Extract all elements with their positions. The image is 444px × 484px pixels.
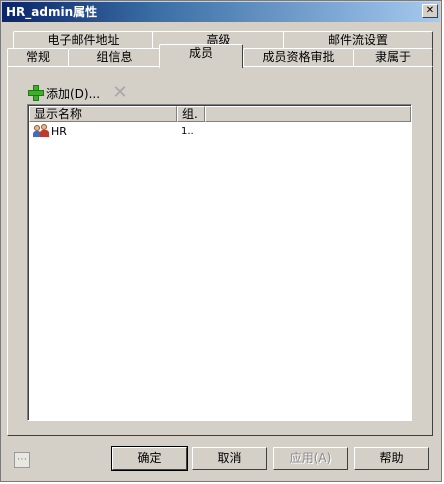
close-button[interactable]: ✕	[422, 4, 438, 18]
members-panel: 添加(D)... ✕ 显示名称 组. HR 1..	[7, 66, 433, 436]
help-button[interactable]: 帮助	[354, 447, 429, 470]
members-list-inner: 显示名称 组. HR 1..	[28, 105, 411, 420]
dialog-button-bar: ⋯ 确定 取消 应用(A) 帮助	[1, 438, 441, 482]
group-icon	[33, 124, 49, 138]
list-header: 显示名称 组.	[29, 106, 411, 122]
add-button[interactable]: 添加(D)...	[28, 84, 100, 102]
tab-label: 组信息	[96, 50, 133, 64]
add-button-label: 添加(D)...	[46, 86, 101, 101]
add-icon	[28, 85, 44, 101]
window-title: HR_admin属性	[6, 5, 98, 19]
tab-label: 常规	[25, 50, 50, 64]
list-item-name: HR	[51, 124, 67, 138]
apply-button[interactable]: 应用(A)	[273, 447, 348, 470]
tab-label: 电子邮件地址	[47, 33, 120, 47]
column-header-display-name[interactable]: 显示名称	[29, 106, 177, 122]
column-header-empty	[205, 106, 411, 122]
tab-membership-approval[interactable]: 成员资格审批	[243, 48, 354, 67]
ok-button[interactable]: 确定	[111, 446, 188, 471]
members-toolbar: 添加(D)... ✕	[28, 83, 128, 103]
title-bar: HR_admin属性 ✕	[2, 2, 440, 22]
context-help-icon[interactable]: ⋯	[14, 452, 30, 468]
list-item[interactable]: HR 1..	[29, 123, 411, 139]
tab-label: 成员资格审批	[262, 50, 335, 64]
tab-group-info[interactable]: 组信息	[68, 48, 161, 67]
tab-label: 成员	[188, 46, 213, 60]
cancel-button[interactable]: 取消	[192, 447, 267, 470]
list-item-name-cell: HR	[29, 124, 177, 138]
properties-dialog: HR_admin属性 ✕ 电子邮件地址 高级 邮件流设置 常规 组信息 成员 成…	[0, 0, 442, 482]
column-header-group[interactable]: 组.	[177, 106, 205, 122]
list-item-type: 1..	[181, 125, 194, 137]
tab-general[interactable]: 常规	[7, 48, 69, 67]
tab-label: 隶属于	[374, 50, 411, 64]
remove-icon[interactable]: ✕	[112, 84, 128, 102]
members-list[interactable]: 显示名称 组. HR 1..	[27, 104, 412, 421]
tab-member-of[interactable]: 隶属于	[353, 48, 433, 67]
tab-label: 邮件流设置	[327, 33, 388, 47]
tab-members[interactable]: 成员	[159, 44, 243, 68]
